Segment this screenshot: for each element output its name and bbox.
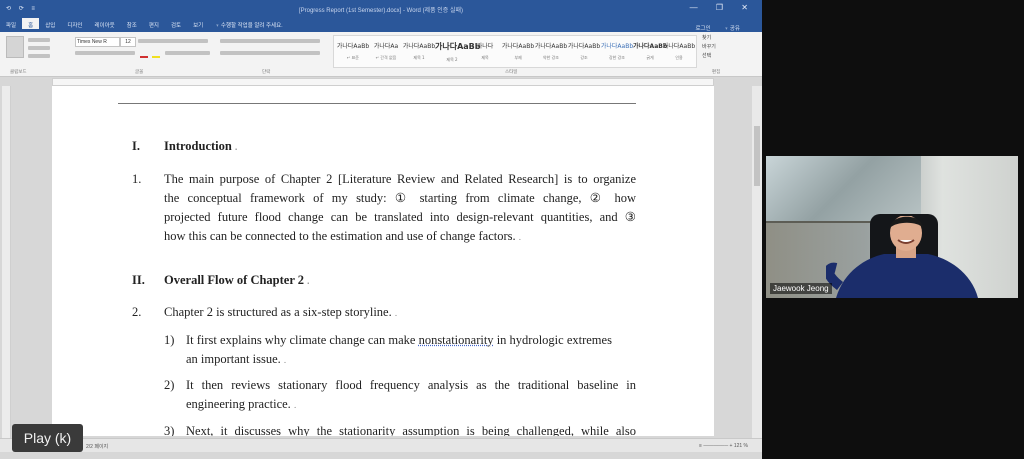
- tab-mailings[interactable]: 편지: [143, 18, 165, 29]
- style-no-spacing[interactable]: 가나다Aa ↵ 간격 없음: [369, 38, 403, 65]
- tab-references[interactable]: 참조: [121, 18, 143, 29]
- list-number: 1.: [132, 172, 142, 186]
- paragraph-line: projected future flood change can be tra…: [164, 210, 636, 224]
- page-count: 2/2 페이지: [86, 444, 109, 450]
- tab-home[interactable]: 홈: [22, 18, 40, 29]
- paragraph-line: an important issue. .: [186, 352, 287, 366]
- styles-gallery: 가나다AaBb ↵ 표준 가나다Aa ↵ 간격 없음 가나다AaBb 제목 1 가나다…: [333, 35, 697, 68]
- tell-me-search[interactable]: ♀ 수행할 작업을 알려 주세요.: [209, 18, 288, 29]
- list-number: 2.: [132, 305, 142, 319]
- find-button[interactable]: 찾기: [702, 34, 752, 43]
- window-title: [Progress Report (1st Semester).docx] - …: [298, 8, 464, 14]
- paragraph-line: how this can be connected to the estimat…: [164, 229, 521, 243]
- status-bar: 2/2 페이지 ≡ ─────── + 121 %: [0, 438, 762, 452]
- spellcheck-word[interactable]: nonstationarity: [419, 333, 494, 347]
- title-bar: ⟲ ⟳ ≡ [Progress Report (1st Semester).do…: [0, 0, 762, 18]
- style-intense-emphasis[interactable]: 가나다AaBb 강한 강조: [600, 38, 634, 65]
- group-label-paragraph: 단락: [262, 69, 271, 74]
- sublist-number: 1): [164, 333, 175, 347]
- scrollbar-thumb[interactable]: [754, 126, 760, 186]
- webcam-feed: Jaewook Jeong: [766, 156, 1018, 298]
- style-quote[interactable]: 가나다AaBb 인용: [662, 38, 696, 65]
- zoom-control[interactable]: ≡ ─────── + 121 %: [699, 443, 748, 449]
- font-color-icon[interactable]: [140, 50, 148, 58]
- paragraph-line: Next, it discusses why the stationarity …: [186, 424, 636, 436]
- participant-name: Jaewook Jeong: [770, 283, 832, 294]
- sign-in-link[interactable]: 로그인: [690, 21, 717, 32]
- paragraph-line: the conceptual framework of my study: ① …: [164, 191, 636, 205]
- paragraph-line: The main purpose of Chapter 2 [Literatur…: [164, 172, 636, 186]
- share-button[interactable]: ♀ 공유: [718, 21, 746, 32]
- ribbon-tabs: 파일 홈 삽입 디자인 레이아웃 참조 편지 검토 보기 ♀ 수행할 작업을 알려 주세요. 로그…: [0, 18, 762, 32]
- paragraph-line: It then reviews stationary flood frequen…: [186, 378, 636, 392]
- tab-review[interactable]: 검토: [165, 18, 187, 29]
- document-page[interactable]: I. Introduction . 1. The main purpose of…: [52, 86, 714, 436]
- edit-group: 찾기 바꾸기 선택: [702, 34, 752, 61]
- tab-view[interactable]: 보기: [187, 18, 209, 29]
- vertical-ruler[interactable]: [2, 86, 11, 438]
- style-subtle-emphasis[interactable]: 가나다AaBb 약한 강조: [534, 38, 568, 65]
- paste-icon[interactable]: [6, 36, 24, 58]
- tab-design[interactable]: 디자인: [61, 18, 88, 29]
- section-heading: Overall Flow of Chapter 2 .: [164, 273, 310, 287]
- page-divider-line: [118, 103, 636, 104]
- select-button[interactable]: 선택: [702, 52, 752, 61]
- tab-file[interactable]: 파일: [0, 18, 22, 29]
- sublist-number: 2): [164, 378, 175, 392]
- style-normal[interactable]: 가나다AaBb ↵ 표준: [336, 38, 370, 65]
- play-button[interactable]: Play (k): [12, 424, 83, 452]
- style-title[interactable]: 가나다 제목: [468, 38, 502, 65]
- style-subtitle[interactable]: 가나다AaBb 부제: [501, 38, 535, 65]
- sublist-number: 3): [164, 424, 175, 436]
- group-label-font: 글꼴: [135, 69, 144, 74]
- paragraph-line: engineering practice. .: [186, 397, 297, 411]
- word-window: ⟲ ⟳ ≡ [Progress Report (1st Semester).do…: [0, 0, 762, 459]
- wall-map: [766, 156, 921, 223]
- ribbon: Times New R 12 가나다AaBb ↵ 표준 가나다Aa ↵ 간격 없음 …: [0, 32, 762, 77]
- style-emphasis[interactable]: 가나다AaBb 강조: [567, 38, 601, 65]
- section-number: II.: [132, 273, 145, 287]
- font-size-select[interactable]: 12: [120, 37, 136, 47]
- vertical-scrollbar[interactable]: [752, 86, 762, 438]
- group-label-clipboard: 클립보드: [10, 69, 27, 74]
- section-number: I.: [132, 139, 140, 153]
- window-controls[interactable]: — ❐ ✕: [690, 3, 756, 12]
- paragraph-line: Chapter 2 is structured as a six-step st…: [164, 305, 398, 319]
- highlight-icon[interactable]: [152, 50, 160, 58]
- paragraph-line: It first explains why climate change can…: [186, 333, 612, 347]
- horizontal-ruler[interactable]: [52, 78, 714, 86]
- group-label-styles: 스타일: [505, 69, 518, 74]
- group-label-editing: 편집: [712, 69, 721, 74]
- section-heading: Introduction .: [164, 139, 238, 153]
- replace-button[interactable]: 바꾸기: [702, 43, 752, 52]
- tab-insert[interactable]: 삽입: [39, 18, 61, 29]
- tab-layout[interactable]: 레이아웃: [89, 18, 121, 29]
- participant-person: [826, 216, 978, 298]
- style-heading-1[interactable]: 가나다AaBb 제목 1: [402, 38, 436, 65]
- font-name-select[interactable]: Times New R: [75, 37, 120, 47]
- style-heading-2[interactable]: 가나다AaBb 제목 2: [435, 38, 481, 65]
